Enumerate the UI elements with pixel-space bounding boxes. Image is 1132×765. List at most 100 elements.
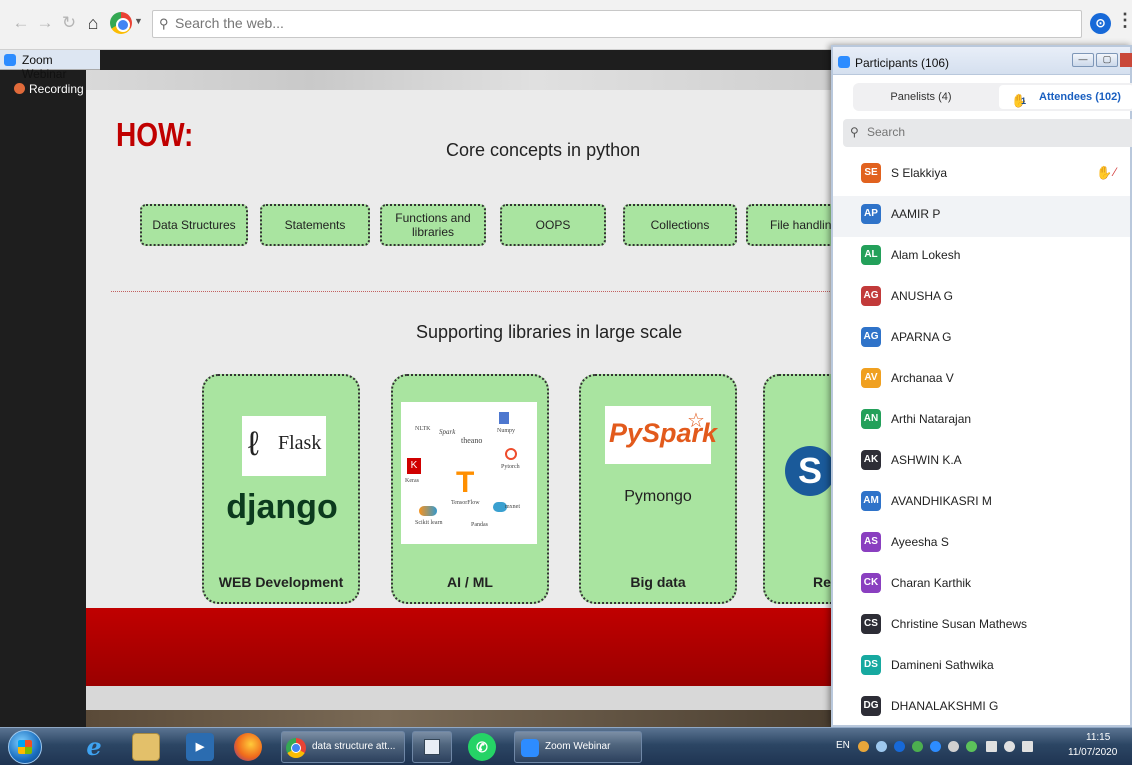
flask-wordmark: Flask [278,432,322,454]
tray-audio-icon[interactable] [948,741,959,752]
taskbar-chrome-window[interactable]: data structure att... [281,731,405,763]
spark-star-icon: ☆ [687,410,705,432]
participant-row[interactable]: CS Christine Susan Mathews [833,606,1130,647]
concept-box: Collections [623,204,737,246]
whatsapp-icon[interactable]: ✆ [468,733,496,761]
slide-subtitle: Core concepts in python [446,140,641,160]
tray-arrow-icon[interactable] [876,741,887,752]
volume-icon[interactable] [1004,741,1015,752]
theano-label: theano [461,436,483,445]
concept-label: Data Structures [152,218,236,232]
clock-time[interactable]: 11:15 [1086,732,1110,743]
pytorch-label: Pytorch [501,464,520,470]
record-icon [14,83,25,95]
tensorflow-icon: T [456,466,475,499]
muted-mic-icon[interactable]: ⁄ [1114,165,1116,179]
participant-row[interactable]: DG DHANALAKSHMI G [833,688,1130,729]
keras-icon: K [407,458,421,474]
clock-date[interactable]: 11/07/2020 [1068,747,1117,758]
network-icon[interactable] [986,741,997,752]
participant-row[interactable]: AL Alam Lokesh [833,237,1130,278]
tray-sync-icon[interactable] [894,741,905,752]
participant-name: ASHWIN K.A [891,453,962,467]
maximize-button[interactable]: ▢ [1096,53,1118,67]
internet-explorer-icon[interactable]: e [80,733,108,761]
participant-name: Arthi Natarajan [891,412,972,426]
participant-search[interactable]: ⚲ [843,119,1132,147]
participant-tabs: Panelists (4) ✋ 1 Attendees (102) [853,83,1132,111]
participant-row[interactable]: AM AVANDHIKASRI M [833,483,1130,524]
tray-app-icon[interactable] [966,741,977,752]
taskbar-zoom-window[interactable]: Zoom Webinar [514,731,642,763]
home-icon[interactable]: ⌂ [82,12,104,34]
avatar: AS [861,532,881,552]
aiml-logo-collage: NLTK Spark theano Numpy K Keras Pytorch … [401,402,537,544]
participant-row[interactable]: AK ASHWIN K.A [833,442,1130,483]
forward-arrow-icon[interactable]: → [34,12,56,34]
concept-box: OOPS [500,204,606,246]
participant-name: S Elakkiya [891,166,948,180]
pandas-label: Pandas [471,522,488,528]
concept-box: Statements [260,204,370,246]
zoom-titlebar: Zoom Webinar [0,50,100,81]
concept-label: File handling [770,218,834,232]
attendees-label: Attendees (102) [1039,91,1121,103]
tensorflow-label: TensorFlow [451,500,480,506]
tray-zoom-icon[interactable] [930,741,941,752]
participant-row[interactable]: AV Archanaa V [833,360,1130,401]
numpy-icon [499,412,509,424]
window-icon [424,739,440,755]
search-input[interactable] [175,15,1055,31]
slide-top-banner [86,70,834,90]
participant-row[interactable]: CK Charan Karthik [833,565,1130,606]
media-player-icon[interactable]: ▶ [186,733,214,761]
system-tray: EN 11:15 11/07/2020 [832,728,1132,765]
library-card-bigdata: PySpark ☆ Pymongo Big data [579,374,737,604]
participant-row[interactable]: AN Arthi Natarajan [833,401,1130,442]
concept-box: File handling [746,204,834,246]
concept-box: Data Structures [140,204,248,246]
tab-panelists[interactable]: Panelists (4) [853,83,989,111]
profile-avatar-icon[interactable]: ⊙ [1090,13,1111,34]
participant-row[interactable]: AG ANUSHA G [833,278,1130,319]
language-indicator[interactable]: EN [836,740,850,751]
participant-name: Alam Lokesh [891,248,961,262]
participant-row[interactable]: AG APARNA G [833,319,1130,360]
participant-row[interactable]: SE S Elakkiya ✋ ⁄ [833,155,1130,196]
start-button[interactable] [8,730,42,764]
mxnet-label: mxnet [505,504,520,510]
minimize-button[interactable]: — [1072,53,1094,67]
participant-name: Christine Susan Mathews [891,617,1028,631]
search-icon: ⚲ [159,16,169,31]
participant-row[interactable]: AP AAMIR P [833,196,1130,237]
avatar: AN [861,409,881,429]
numpy-label: Numpy [497,428,515,434]
flag-icon[interactable] [1022,741,1033,752]
tray-app-icon[interactable] [858,741,869,752]
zoom-app-icon [521,739,539,757]
firefox-icon[interactable] [234,733,262,761]
reload-icon[interactable]: ↻ [58,12,80,34]
file-explorer-icon[interactable] [132,733,160,761]
participant-row[interactable]: AS Ayeesha S [833,524,1130,565]
menu-icon[interactable]: ⋮ [1116,10,1132,31]
avatar: AP [861,204,881,224]
tray-app-icon[interactable] [912,741,923,752]
participant-row[interactable]: DS Damineni Sathwika [833,647,1130,688]
close-button[interactable] [1120,53,1132,67]
address-bar[interactable]: ⚲ [152,10,1082,38]
tab-attendees[interactable]: ✋ 1 Attendees (102) [999,85,1132,109]
card-caption: WEB Development [218,574,344,590]
recording-indicator[interactable]: Recording [14,80,84,98]
chrome-logo-icon[interactable] [110,12,132,34]
taskbar-window[interactable] [412,731,452,763]
concept-box: Functions and libraries [380,204,486,246]
participant-name: ANUSHA G [891,289,954,303]
panel-title: Participants (106) [855,56,950,70]
participant-name: Ayeesha S [891,535,949,549]
chevron-down-icon[interactable]: ▼ [134,16,143,26]
participant-search-input[interactable] [867,125,1117,139]
back-arrow-icon[interactable]: ← [10,12,32,34]
taskbar-window-label: data structure att... [312,741,396,752]
slide-heading: HOW: [116,116,194,153]
